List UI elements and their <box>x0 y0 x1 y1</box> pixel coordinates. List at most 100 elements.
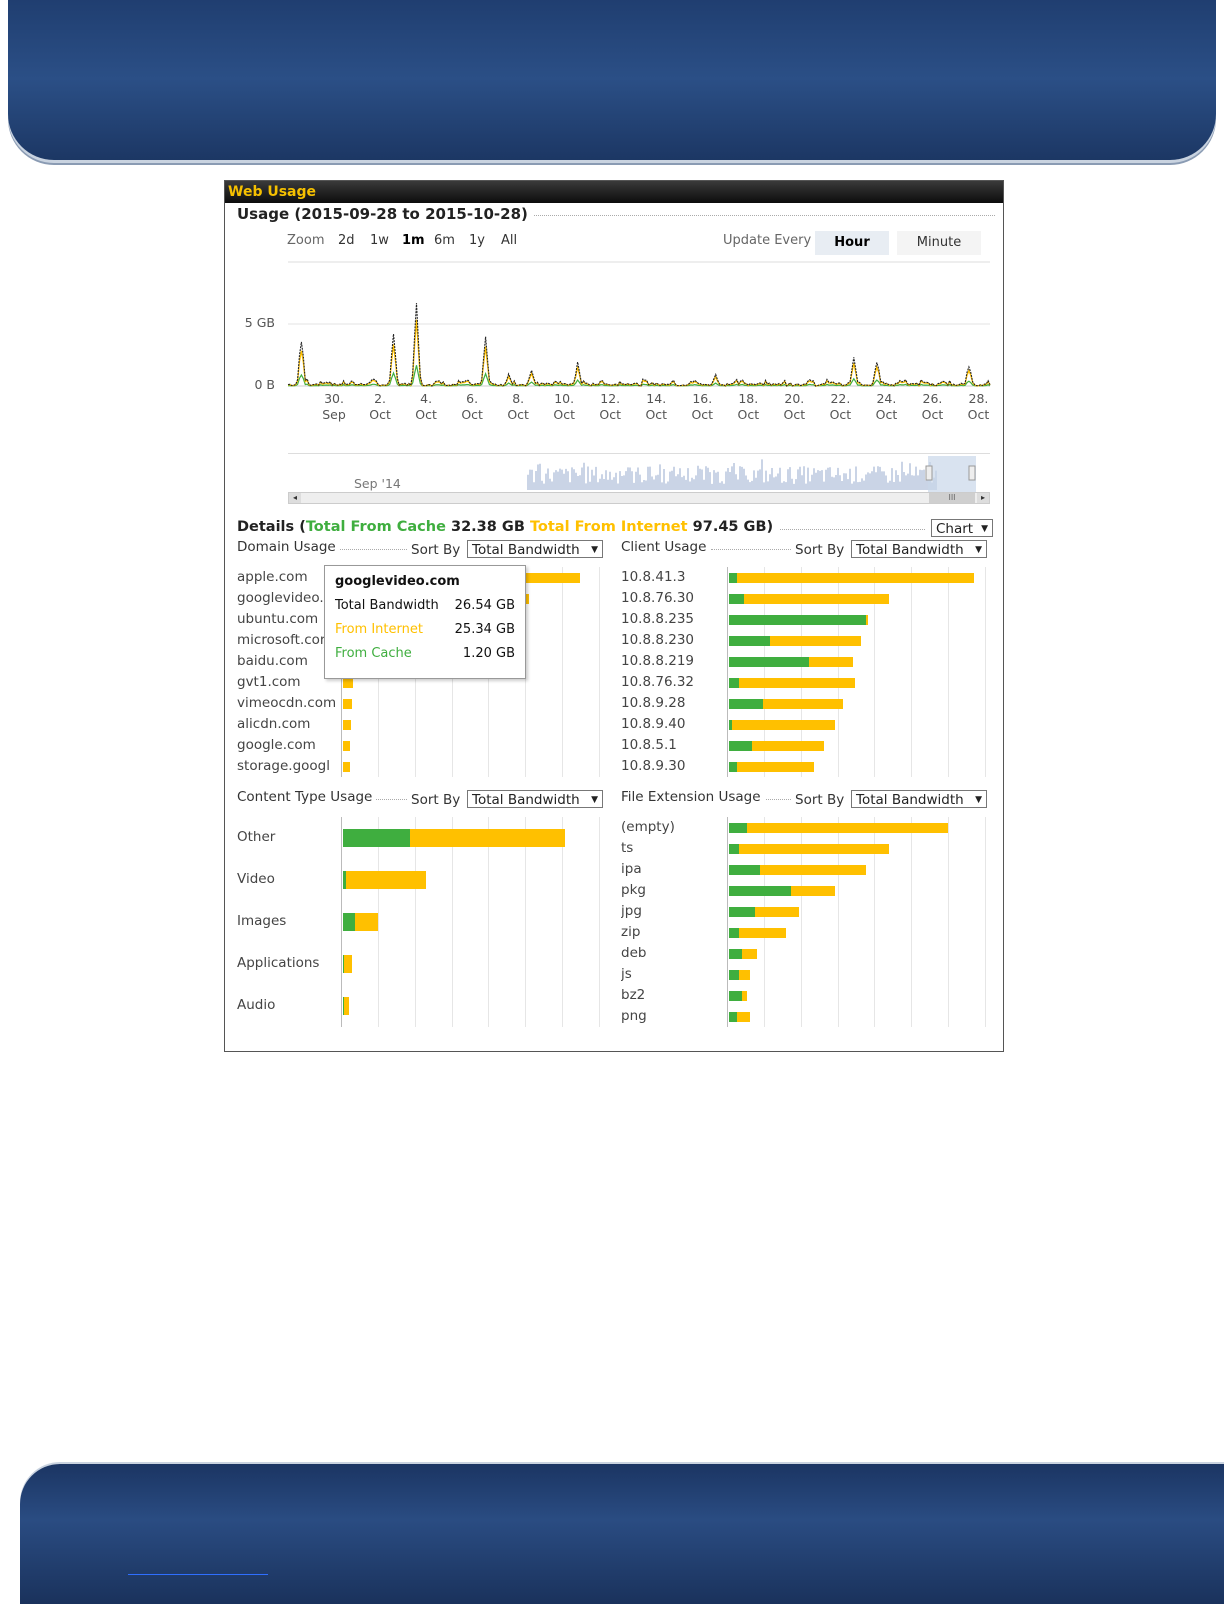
chevron-down-icon: ▼ <box>975 795 982 805</box>
from-internet-bar[interactable] <box>770 635 861 646</box>
series-from-cache-line <box>288 365 991 387</box>
from-cache-bar[interactable] <box>729 885 791 896</box>
from-internet-bar[interactable] <box>736 1011 750 1022</box>
from-internet-bar[interactable] <box>343 677 354 688</box>
from-internet-bar[interactable] <box>865 614 869 625</box>
from-internet-bar[interactable] <box>744 593 889 604</box>
from-internet-bar[interactable] <box>759 864 866 875</box>
chevron-down-icon: ▼ <box>981 524 988 534</box>
gridline <box>451 817 453 1027</box>
gridline <box>985 817 986 1027</box>
zoom-all-button[interactable]: All <box>501 233 517 248</box>
from-internet-bar[interactable] <box>736 572 975 583</box>
scroll-left-icon[interactable]: ◂ <box>289 493 301 503</box>
x-tick-label: 24. Oct <box>875 391 898 422</box>
from-internet-bar[interactable] <box>731 719 835 730</box>
from-cache-bar[interactable] <box>729 761 737 772</box>
from-internet-bar[interactable] <box>344 997 349 1015</box>
from-cache-bar[interactable] <box>729 740 753 751</box>
client-usage-panel: Client Usage Sort By Total Bandwidth ▼ 10.8.… <box>621 539 993 779</box>
category-label: baidu.com <box>237 652 308 669</box>
scroll-thumb[interactable]: III <box>929 493 975 503</box>
sort-by-select[interactable]: Total Bandwidth ▼ <box>467 790 603 808</box>
tooltip-total-row: Total Bandwidth 26.54 GB <box>335 598 515 613</box>
from-cache-bar[interactable] <box>729 906 755 917</box>
from-internet-bar[interactable] <box>344 955 352 973</box>
file-extension-usage-title: File Extension Usage <box>621 789 765 805</box>
from-cache-bar[interactable] <box>729 864 760 875</box>
from-internet-bar[interactable] <box>354 913 378 931</box>
from-cache-bar[interactable] <box>729 969 740 980</box>
from-internet-bar[interactable] <box>736 761 815 772</box>
scroll-right-icon[interactable]: ▸ <box>977 493 989 503</box>
zoom-1m-button[interactable]: 1m <box>402 233 425 248</box>
navigator-left-handle <box>925 465 933 481</box>
update-hour-button[interactable]: Hour <box>815 231 889 255</box>
category-label: 10.8.76.30 <box>621 589 694 606</box>
from-internet-bar[interactable] <box>752 740 825 751</box>
from-internet-bar[interactable] <box>739 677 856 688</box>
from-cache-bar[interactable] <box>729 593 745 604</box>
sort-by-select[interactable]: Total Bandwidth ▼ <box>851 540 987 558</box>
from-internet-bar[interactable] <box>808 656 853 667</box>
update-minute-button[interactable]: Minute <box>897 231 981 255</box>
file-extension-usage-panel: File Extension Usage Sort By Total Bandwid… <box>621 789 993 1029</box>
from-internet-bar[interactable] <box>739 969 750 980</box>
category-label: ts <box>621 839 634 856</box>
category-label: 10.8.9.30 <box>621 757 686 774</box>
x-tick-label: 10. Oct <box>553 391 575 422</box>
gridline <box>414 817 416 1027</box>
from-internet-bar[interactable] <box>762 698 843 709</box>
from-internet-bar[interactable] <box>739 843 889 854</box>
category-axis <box>341 817 342 1027</box>
category-label: 10.8.76.32 <box>621 673 694 690</box>
from-internet-bar[interactable] <box>739 927 786 938</box>
footer-link-underline[interactable] <box>128 1574 268 1575</box>
category-label: vimeocdn.com <box>237 694 337 711</box>
zoom-1y-button[interactable]: 1y <box>469 233 485 248</box>
from-internet-bar[interactable] <box>741 990 748 1001</box>
category-label: Applications <box>237 955 320 971</box>
from-cache-bar[interactable] <box>343 913 355 931</box>
zoom-2d-button[interactable]: 2d <box>338 233 355 248</box>
zoom-6m-button[interactable]: 6m <box>434 233 455 248</box>
sort-by-select-value: Total Bandwidth <box>472 792 580 808</box>
gridline <box>488 817 490 1027</box>
from-internet-bar[interactable] <box>790 885 835 896</box>
category-label: deb <box>621 944 647 961</box>
x-tick-label: 26. Oct <box>921 391 944 422</box>
from-internet-bar[interactable] <box>343 740 351 751</box>
from-cache-bar[interactable] <box>729 614 866 625</box>
from-internet-bar[interactable] <box>343 698 353 709</box>
range-navigator[interactable]: Sep '14 <box>288 453 990 496</box>
from-cache-bar[interactable] <box>729 572 737 583</box>
navigator-scrollbar[interactable]: ◂ III ▸ <box>288 492 990 504</box>
from-internet-bar[interactable] <box>345 871 426 889</box>
details-internet-label: Total From Internet <box>529 519 688 535</box>
from-internet-bar[interactable] <box>343 719 351 730</box>
from-cache-bar[interactable] <box>729 948 742 959</box>
from-internet-bar[interactable] <box>410 829 565 847</box>
from-cache-bar[interactable] <box>729 677 740 688</box>
from-internet-bar[interactable] <box>747 822 949 833</box>
details-internet-value: 97.45 GB <box>692 519 767 535</box>
from-cache-bar[interactable] <box>729 656 809 667</box>
from-cache-bar[interactable] <box>729 1011 737 1022</box>
category-label: png <box>621 1007 647 1024</box>
from-cache-bar[interactable] <box>729 843 740 854</box>
sort-by-select[interactable]: Total Bandwidth ▼ <box>467 540 603 558</box>
category-label: 10.8.5.1 <box>621 736 677 753</box>
from-cache-bar[interactable] <box>729 698 763 709</box>
from-cache-bar[interactable] <box>729 990 742 1001</box>
zoom-1w-button[interactable]: 1w <box>370 233 389 248</box>
from-internet-bar[interactable] <box>343 761 351 772</box>
from-cache-bar[interactable] <box>729 635 771 646</box>
client-usage-title: Client Usage <box>621 539 711 555</box>
from-internet-bar[interactable] <box>754 906 799 917</box>
sort-by-select[interactable]: Total Bandwidth ▼ <box>851 790 987 808</box>
from-cache-bar[interactable] <box>729 822 748 833</box>
from-internet-bar[interactable] <box>741 948 758 959</box>
from-cache-bar[interactable] <box>343 829 411 847</box>
details-view-select[interactable]: Chart ▼ <box>931 519 993 537</box>
from-cache-bar[interactable] <box>729 927 740 938</box>
